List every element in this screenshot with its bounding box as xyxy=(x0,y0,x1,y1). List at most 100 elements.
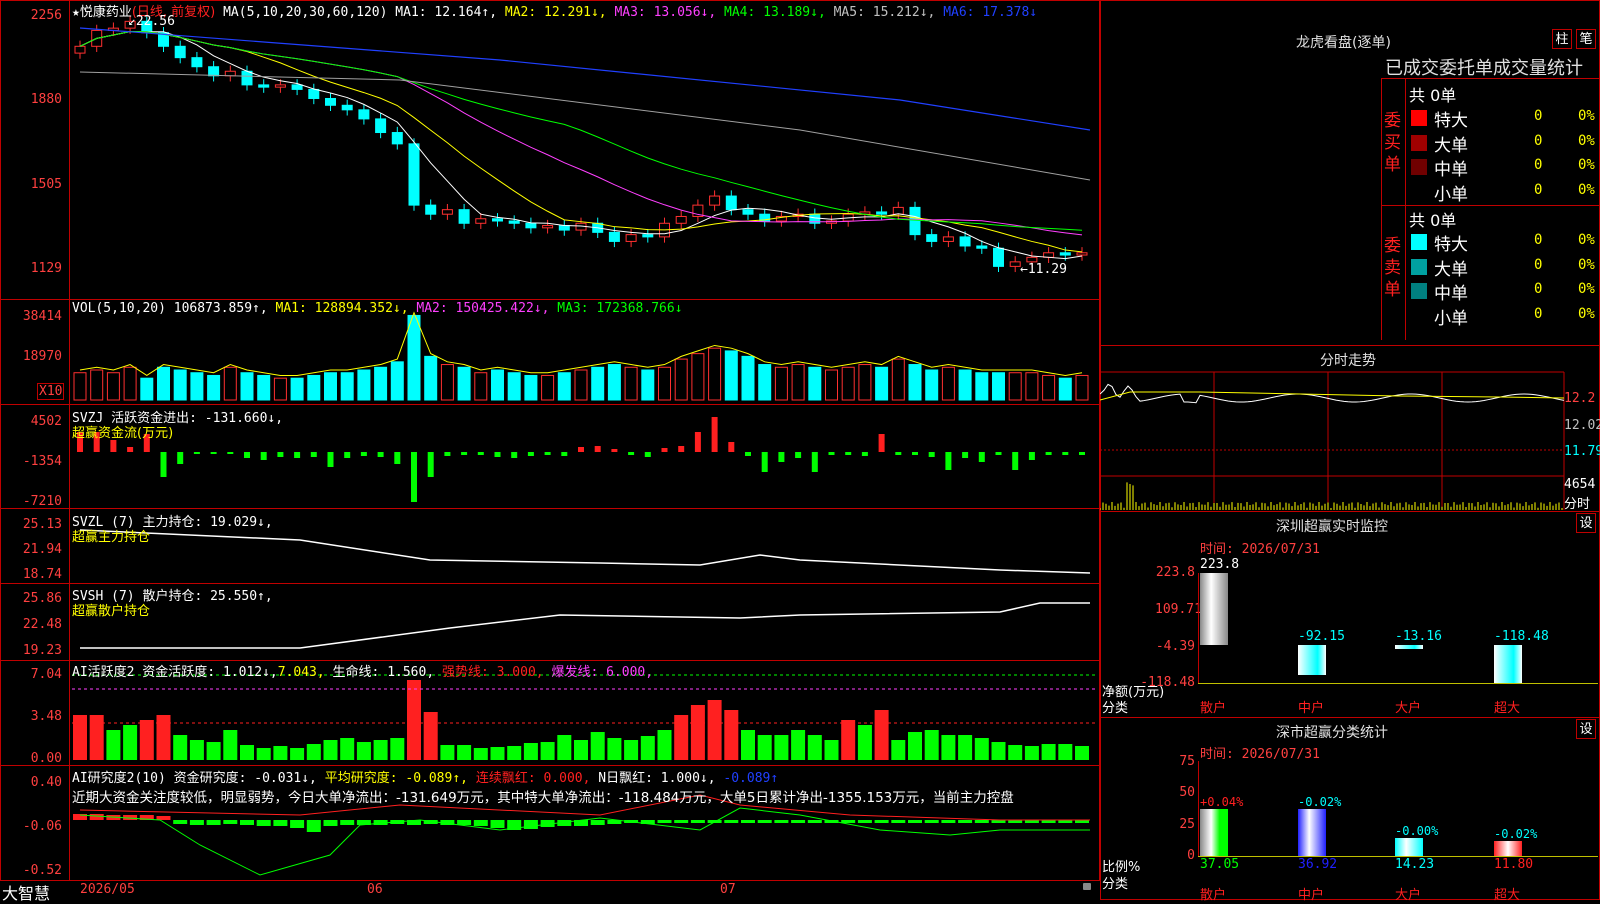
volume-bar xyxy=(858,364,872,401)
research-bar xyxy=(273,820,288,826)
sz-class-marks-axis xyxy=(1198,761,1199,856)
candle-body xyxy=(341,104,353,111)
activity-bar xyxy=(590,732,605,760)
sz-monitor-marks-bar-2[interactable] xyxy=(1395,644,1423,650)
candle-body xyxy=(926,234,938,242)
kline-area[interactable]: ★悦康药业(日线, 前复权) MA(5,10,20,30,60,120) MA1… xyxy=(0,0,1100,903)
candle-body xyxy=(274,84,286,88)
candle-body xyxy=(959,236,971,247)
activity-bar xyxy=(306,744,321,760)
sz-class-marks-category-2: 大户 xyxy=(1395,888,1422,903)
candle-body xyxy=(742,209,754,215)
svzl-tick-1: 21.94 xyxy=(22,542,62,557)
research-bar xyxy=(206,820,221,825)
ma-value-3: MA4: 13.189↓, xyxy=(724,5,834,20)
price-tick-1: 1880 xyxy=(30,92,62,107)
sz-class-marks-bar-2[interactable] xyxy=(1395,837,1423,856)
research-bar xyxy=(791,820,806,823)
sz-class-settings-button[interactable]: 设 xyxy=(1576,719,1596,739)
lock-icon[interactable] xyxy=(1083,883,1091,890)
activity-bar xyxy=(440,745,455,760)
flow-bar xyxy=(461,452,468,455)
sz-class-marks-bar-3[interactable] xyxy=(1494,841,1522,856)
sz-class-marks-bar-0[interactable] xyxy=(1200,809,1228,856)
svzl-sub: 超赢主力持仓 xyxy=(72,530,151,545)
candle-body xyxy=(258,84,270,88)
flow-bar xyxy=(795,452,802,458)
research-bar xyxy=(590,820,605,825)
flow-bar xyxy=(110,440,117,452)
flow-bar xyxy=(411,452,417,502)
svzl-tick-2: 18.74 xyxy=(22,567,62,582)
sz-monitor-marks-value-3: -118.48 xyxy=(1494,628,1549,644)
stock-name[interactable]: 悦康药业 xyxy=(80,5,132,20)
flow-bar xyxy=(778,452,785,462)
volume-bar xyxy=(307,374,321,401)
volume-bar xyxy=(624,366,638,401)
activity-bar xyxy=(139,720,154,760)
sz-monitor-marks-bar-1[interactable] xyxy=(1298,644,1326,675)
volume-bar xyxy=(257,374,271,401)
flow-bar xyxy=(978,452,985,462)
activity-bar xyxy=(1041,744,1056,760)
flow-bar xyxy=(193,452,200,454)
activity-bar xyxy=(741,730,755,760)
sz-monitor-marks-bar-0[interactable] xyxy=(1200,573,1228,645)
right-sidebar: 龙虎看盘(逐单) 柱 笔 已成交委托单成交量统计 委买单 委卖单 共 0单 共 … xyxy=(1100,0,1600,903)
sz-class-xlabel: 分类 xyxy=(1102,877,1129,892)
sz-monitor-marks-bar-3[interactable] xyxy=(1494,644,1522,683)
candle-body xyxy=(976,245,988,249)
ma-value-1: MA2: 12.291↓, xyxy=(504,5,615,20)
svsh-sub: 超赢散户持仓 xyxy=(72,604,151,619)
activity-bar xyxy=(807,735,822,760)
candle-body xyxy=(375,118,387,134)
research-bar xyxy=(340,820,355,825)
low-mark: ←11.29 xyxy=(1020,262,1067,277)
activity-bar xyxy=(657,730,672,760)
activity-bar xyxy=(724,710,739,760)
activity-bar xyxy=(1075,746,1089,760)
ai-research-tick-0: 0.40 xyxy=(30,775,62,790)
volume-bar xyxy=(708,347,722,401)
volume-bar xyxy=(474,372,488,401)
candle-body xyxy=(709,195,721,206)
sz-class-marks-change-1: -0.02% xyxy=(1298,795,1342,810)
volume-bar xyxy=(424,355,438,401)
price-tick-3: 1129 xyxy=(30,261,62,276)
flow-bar xyxy=(444,452,451,456)
activity-bar xyxy=(123,725,138,760)
sz-monitor-settings-button[interactable]: 设 xyxy=(1576,513,1596,533)
activity-bar xyxy=(607,738,622,760)
sz-class-marks-value-2: 14.23 xyxy=(1395,857,1435,872)
ai-research-tick-2: -0.52 xyxy=(22,863,62,878)
vol-unit-button[interactable]: X10 xyxy=(37,383,65,400)
volume-bar xyxy=(925,369,939,401)
sz-monitor-marks-category-2: 大户 xyxy=(1395,701,1422,716)
volume-bar xyxy=(1008,372,1022,401)
activity-bar xyxy=(624,740,639,760)
volume-bar xyxy=(440,364,454,401)
activity-bar xyxy=(757,735,772,760)
candle-body xyxy=(558,225,570,231)
volume-bar xyxy=(390,361,404,401)
volume-bar xyxy=(324,372,337,401)
activity-bar xyxy=(891,740,906,760)
sz-class-marks-bar-1[interactable] xyxy=(1298,809,1326,856)
research-bar xyxy=(807,820,822,823)
flow-bar xyxy=(160,452,167,477)
activity-bar xyxy=(540,742,555,760)
candle-body xyxy=(892,206,904,215)
star-icon: ★ xyxy=(72,5,80,20)
volume-bar xyxy=(123,366,137,401)
activity-bar xyxy=(189,740,204,760)
flow-bar xyxy=(678,446,685,452)
volume-bar xyxy=(90,369,104,401)
activity-bar xyxy=(791,730,806,760)
sz-monitor-xlabel: 分类 xyxy=(1102,701,1129,716)
candle-body xyxy=(308,88,320,99)
activity-bar xyxy=(941,735,956,760)
activity-bar xyxy=(273,746,288,760)
research-bar xyxy=(223,820,238,824)
volume-bar xyxy=(641,369,655,401)
candle-body xyxy=(325,97,336,106)
